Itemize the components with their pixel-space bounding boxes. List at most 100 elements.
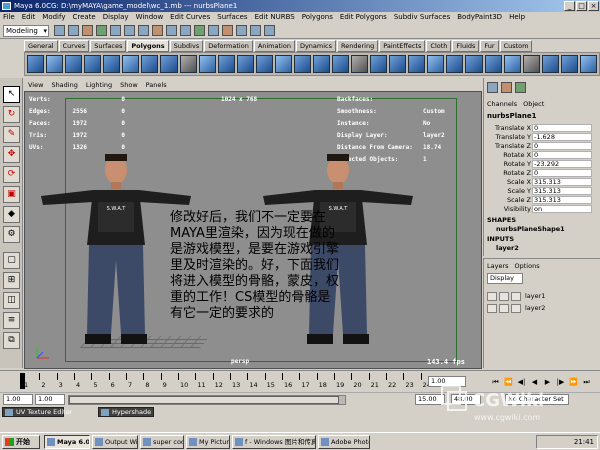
delete-edge-icon[interactable]: [541, 55, 559, 73]
playback-start-field[interactable]: 1.00: [35, 394, 65, 405]
shelf-tab-cloth[interactable]: Cloth: [426, 40, 452, 52]
menu-create[interactable]: Create: [72, 12, 95, 23]
minimize-button[interactable]: _: [564, 1, 575, 11]
extrude-edge-icon[interactable]: [427, 55, 445, 73]
layer-visibility-toggle[interactable]: [487, 304, 497, 313]
extrude-face-icon[interactable]: [408, 55, 426, 73]
open-scene-icon[interactable]: [68, 25, 79, 36]
boolean-intersect-icon[interactable]: [312, 55, 330, 73]
quadrangulate-icon[interactable]: [370, 55, 388, 73]
channel-value-field[interactable]: 0: [532, 151, 592, 159]
ipr-render-icon[interactable]: [222, 25, 233, 36]
menu-bodypaint3d[interactable]: BodyPaint3D: [457, 12, 502, 23]
menu-edit-nurbs[interactable]: Edit NURBS: [255, 12, 295, 23]
perspective-viewport[interactable]: 1024 x 768 Verts: 0 Edges: 2556 0 Faces: 1972 0…: [24, 91, 482, 369]
layer-color-swatch[interactable]: [511, 292, 521, 301]
shelf-tab-fluids[interactable]: Fluids: [452, 40, 480, 52]
snap-plane-icon[interactable]: [180, 25, 191, 36]
boolean-union-icon[interactable]: [274, 55, 292, 73]
panel-menu-shading[interactable]: Shading: [51, 80, 77, 90]
input-node-name[interactable]: layer2: [496, 244, 519, 252]
menu-window[interactable]: Window: [136, 12, 164, 23]
history-icon[interactable]: [194, 25, 205, 36]
poly-helix-icon[interactable]: [179, 55, 197, 73]
cut-faces-icon[interactable]: [484, 55, 502, 73]
taskbar-item-1[interactable]: Maya 6.0CG: D:\myMAY...: [44, 435, 90, 449]
channel-box-toggle-icon[interactable]: [515, 82, 526, 93]
scale-tool-icon[interactable]: ▣: [3, 186, 20, 203]
layer-type-selector[interactable]: Display: [487, 273, 523, 284]
menu-edit-polygons[interactable]: Edit Polygons: [340, 12, 387, 23]
poly-cone-icon[interactable]: [84, 55, 102, 73]
shelf-tab-general[interactable]: General: [24, 40, 58, 52]
menu-file[interactable]: File: [3, 12, 15, 23]
poly-plane-icon[interactable]: [103, 55, 121, 73]
bevel-icon[interactable]: [503, 55, 521, 73]
channel-value-field[interactable]: 315.313: [532, 178, 592, 186]
range-slider-handle[interactable]: [69, 396, 339, 404]
shape-node-name[interactable]: nurbsPlaneShape1: [496, 225, 565, 233]
poly-cube-icon[interactable]: [46, 55, 64, 73]
hypergraph-layout-icon[interactable]: ⧉: [3, 332, 20, 349]
new-scene-icon[interactable]: [54, 25, 65, 36]
range-slider-bar[interactable]: [68, 395, 346, 405]
lasso-tool-icon[interactable]: ↻: [3, 106, 20, 123]
channel-value-field[interactable]: 0: [532, 142, 592, 150]
smooth-icon[interactable]: [332, 55, 350, 73]
panel-menu-lighting[interactable]: Lighting: [86, 80, 112, 90]
menu-modify[interactable]: Modify: [42, 12, 65, 23]
menu-surfaces[interactable]: Surfaces: [217, 12, 247, 23]
two-pane-layout-icon[interactable]: ◫: [3, 292, 20, 309]
rotate-tool-icon[interactable]: ⟳: [3, 166, 20, 183]
channel-value-field[interactable]: on: [532, 205, 592, 213]
merge-vertices-icon[interactable]: [522, 55, 540, 73]
planar-mapping-icon[interactable]: [560, 55, 578, 73]
menu-edit-curves[interactable]: Edit Curves: [170, 12, 210, 23]
uv-texture-editor-tab[interactable]: UV Texture Editor: [2, 407, 72, 417]
shelf-tab-polygons[interactable]: Polygons: [127, 40, 169, 52]
channel-box-menu-object[interactable]: Object: [523, 100, 544, 108]
single-pane-layout-icon[interactable]: ▢: [3, 252, 20, 269]
channel-value-field[interactable]: 0: [532, 124, 592, 132]
menu-set-selector[interactable]: Modeling: [3, 25, 49, 37]
select-hierarchy-icon[interactable]: [96, 25, 107, 36]
layer-color-swatch[interactable]: [511, 304, 521, 313]
show-manipulator-icon[interactable]: ⚙: [3, 226, 20, 243]
hypershade-tab[interactable]: Hypershade: [98, 407, 154, 417]
menu-polygons[interactable]: Polygons: [302, 12, 333, 23]
taskbar-item-5[interactable]: f - Windows 图片和传真...: [232, 435, 316, 449]
split-polygon-icon[interactable]: [465, 55, 483, 73]
channel-value-field[interactable]: 0: [532, 169, 592, 177]
channel-value-field[interactable]: -1.628: [532, 133, 592, 141]
animation-start-field[interactable]: 1.00: [3, 394, 33, 405]
layer-menu-options[interactable]: Options: [515, 262, 540, 270]
boolean-difference-icon[interactable]: [293, 55, 311, 73]
layer-row-layer1[interactable]: layer1: [487, 291, 599, 302]
select-object-icon[interactable]: [110, 25, 121, 36]
outliner-layout-icon[interactable]: ≡: [3, 312, 20, 329]
layer-visibility-toggle[interactable]: [487, 292, 497, 301]
shelf-tab-deformation[interactable]: Deformation: [204, 40, 253, 52]
shelf-tab-fur[interactable]: Fur: [480, 40, 499, 52]
extract-icon[interactable]: [255, 55, 273, 73]
separate-icon[interactable]: [236, 55, 254, 73]
paint-select-tool-icon[interactable]: ✎: [3, 126, 20, 143]
move-tool-icon[interactable]: ✥: [3, 146, 20, 163]
shelf-tab-animation[interactable]: Animation: [253, 40, 295, 52]
cylindrical-mapping-icon[interactable]: [579, 55, 597, 73]
shelf-tab-painteffects[interactable]: PaintEffects: [379, 40, 426, 52]
layer-row-layer2[interactable]: layer2: [487, 303, 599, 314]
select-tool-icon[interactable]: ↖: [3, 86, 20, 103]
poly-soccerball-icon[interactable]: [198, 55, 216, 73]
taskbar-item-6[interactable]: Adobe Photoshop: [318, 435, 370, 449]
show-ui-icon[interactable]: [264, 25, 275, 36]
poly-cylinder-icon[interactable]: [65, 55, 83, 73]
render-globals-icon[interactable]: [236, 25, 247, 36]
poly-pipe-icon[interactable]: [160, 55, 178, 73]
universal-manipulator-icon[interactable]: ◆: [3, 206, 20, 223]
shelf-tab-rendering[interactable]: Rendering: [337, 40, 379, 52]
taskbar-item-4[interactable]: My Pictures: [186, 435, 230, 449]
combine-icon[interactable]: [217, 55, 235, 73]
shelf-tab-custom[interactable]: Custom: [499, 40, 533, 52]
menu-help[interactable]: Help: [509, 12, 525, 23]
